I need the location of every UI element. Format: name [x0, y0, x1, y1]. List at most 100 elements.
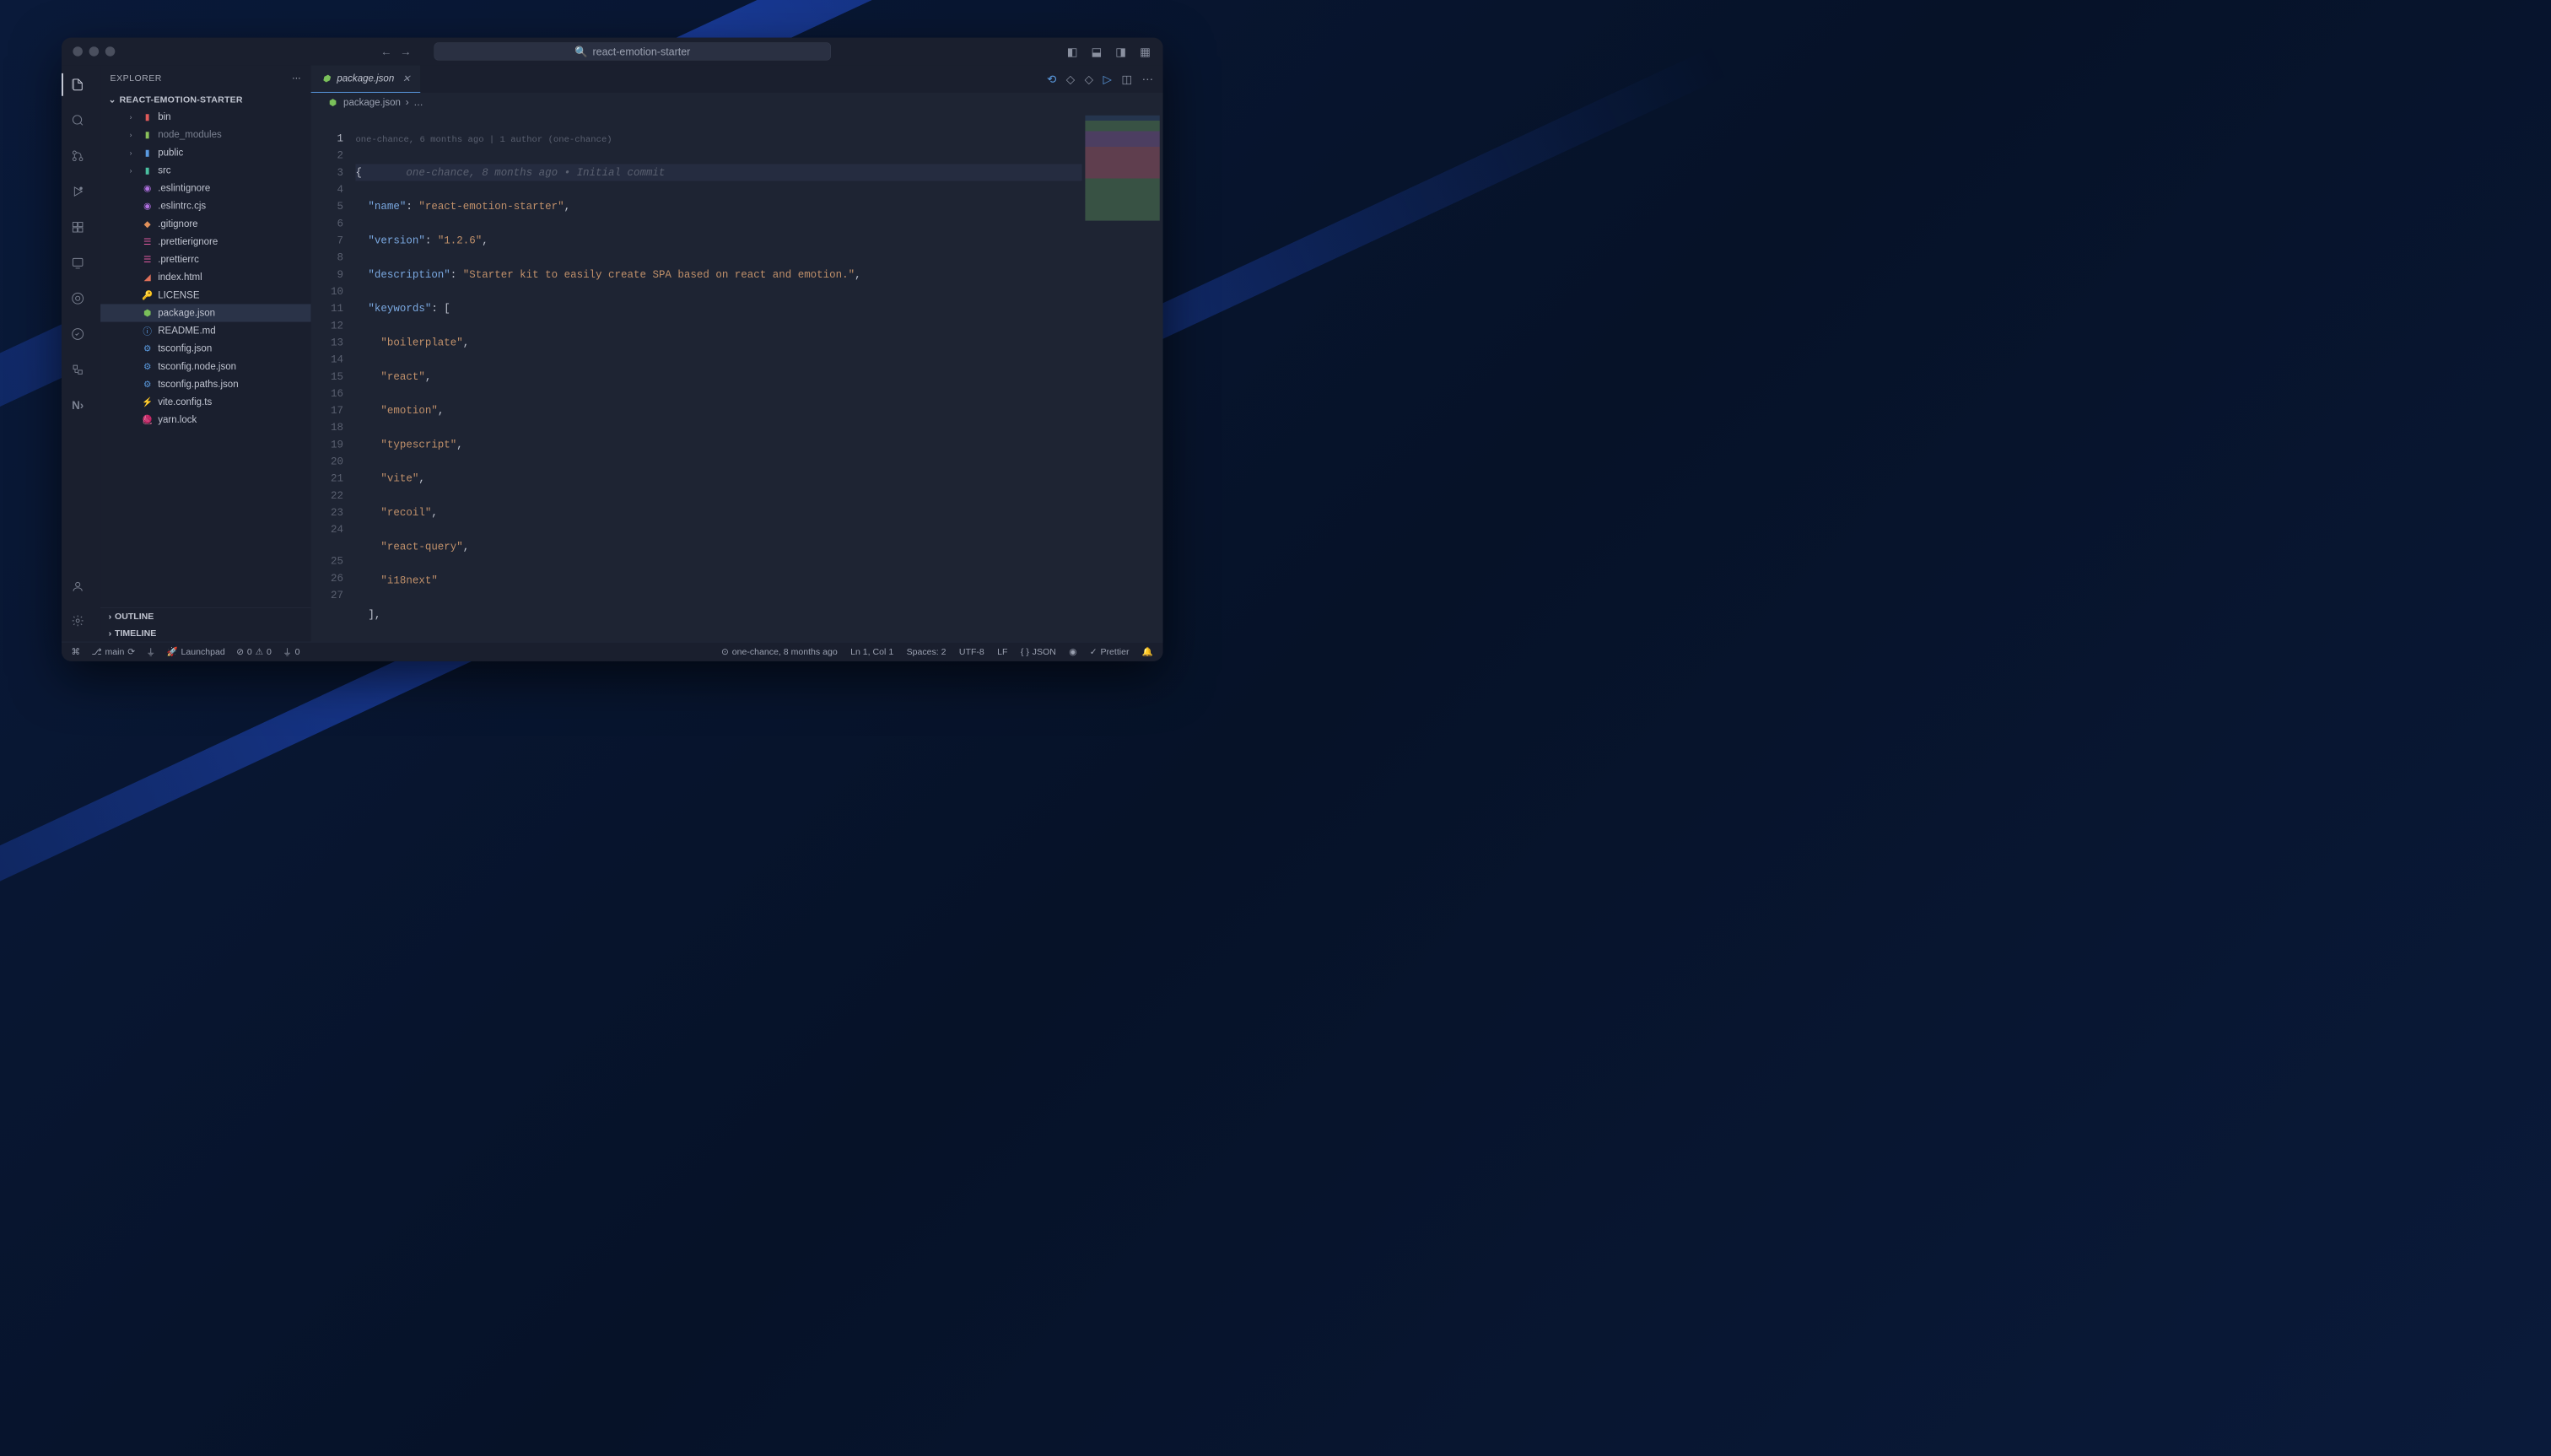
- tree-file-license[interactable]: 🔑 LICENSE: [100, 286, 311, 304]
- nav-forward-button[interactable]: →: [400, 45, 411, 57]
- activity-settings[interactable]: [62, 609, 84, 632]
- more-actions-icon[interactable]: ⋯: [1142, 73, 1153, 86]
- split-editor-icon[interactable]: ◫: [1121, 73, 1132, 86]
- status-launchpad[interactable]: 🚀 Launchpad: [167, 646, 225, 656]
- check-icon: ✓: [1090, 646, 1098, 656]
- code-editor[interactable]: one-chance, 6 months ago | 1 author (one…: [355, 112, 1081, 642]
- timeline-section[interactable]: › TIMELINE: [100, 625, 311, 642]
- activity-item-extra-1[interactable]: [62, 359, 84, 381]
- chevron-right-icon: ›: [130, 166, 138, 175]
- editor-tabs: ⬢ package.json ✕ ⟲ ◇ ◇ ▷ ◫ ⋯: [311, 65, 1163, 93]
- warning-icon: ⚠: [256, 646, 263, 656]
- minimap-content: [1085, 116, 1159, 221]
- chevron-right-icon: ›: [130, 148, 138, 157]
- layout-sidebar-right-icon[interactable]: ◨: [1114, 45, 1127, 57]
- activity-remote[interactable]: [62, 251, 84, 274]
- chevron-right-icon: ›: [109, 628, 112, 638]
- status-ports[interactable]: ⏚0: [283, 645, 299, 658]
- tab-packagejson[interactable]: ⬢ package.json ✕: [311, 65, 420, 93]
- activity-gitlens-inspect[interactable]: [62, 323, 84, 346]
- status-encoding[interactable]: UTF-8: [959, 646, 984, 656]
- status-prettier[interactable]: ✓ Prettier: [1090, 646, 1130, 656]
- folder-icon: ▮: [142, 164, 153, 175]
- tree-file-tsconfigpaths[interactable]: ⚙ tsconfig.paths.json: [100, 375, 311, 393]
- nav-back-button[interactable]: ←: [380, 45, 391, 57]
- tree-file-gitignore[interactable]: ◆ .gitignore: [100, 215, 311, 233]
- explorer-sidebar: EXPLORER ⋯ ⌄ REACT-EMOTION-STARTER › ▮ b…: [100, 65, 311, 642]
- tree-folder-public[interactable]: › ▮ public: [100, 143, 311, 161]
- breadcrumb[interactable]: ⬢ package.json › …: [311, 93, 1163, 112]
- eslint-icon: ◉: [142, 182, 153, 193]
- status-remote[interactable]: ⌘: [71, 646, 80, 656]
- git-branch-icon: ⎇: [91, 646, 101, 656]
- person-icon: ⊙: [721, 646, 729, 656]
- tree-file-packagejson[interactable]: ⬢ package.json: [100, 304, 311, 321]
- tree-folder-bin[interactable]: › ▮ bin: [100, 108, 311, 126]
- project-folder-header[interactable]: ⌄ REACT-EMOTION-STARTER: [100, 91, 311, 108]
- maximize-window-button[interactable]: [105, 46, 116, 57]
- sidebar-more-icon[interactable]: ⋯: [292, 73, 301, 83]
- editor-area: ⬢ package.json ✕ ⟲ ◇ ◇ ▷ ◫ ⋯ ⬢ package.j…: [311, 65, 1163, 642]
- run-icon[interactable]: ▷: [1103, 73, 1112, 86]
- titlebar: ← → 🔍 react-emotion-starter ◧ ⬓ ◨ ▦: [62, 38, 1163, 66]
- layout-panel-icon[interactable]: ⬓: [1090, 45, 1103, 57]
- close-window-button[interactable]: [73, 46, 83, 57]
- status-notifications[interactable]: 🔔: [1142, 646, 1153, 656]
- outline-section[interactable]: › OUTLINE: [100, 607, 311, 624]
- activity-accounts[interactable]: [62, 575, 84, 598]
- folder-icon: ▮: [142, 147, 153, 158]
- close-tab-button[interactable]: ✕: [402, 73, 411, 84]
- tree-file-tsconfignode[interactable]: ⚙ tsconfig.node.json: [100, 358, 311, 375]
- search-text: react-emotion-starter: [592, 46, 690, 58]
- tree-file-viteconfig[interactable]: ⚡ vite.config.ts: [100, 393, 311, 411]
- error-icon: ⊘: [236, 646, 244, 656]
- gitlens-compare-icon[interactable]: ◇: [1066, 73, 1075, 86]
- activity-nx-console[interactable]: N›: [62, 394, 84, 417]
- layout-sidebar-left-icon[interactable]: ◧: [1065, 45, 1078, 57]
- activity-extensions[interactable]: [62, 216, 84, 239]
- license-icon: 🔑: [142, 289, 153, 300]
- chevron-right-icon: ›: [109, 611, 112, 621]
- nodejs-icon: ⬢: [321, 73, 332, 84]
- tree-file-indexhtml[interactable]: ◢ index.html: [100, 268, 311, 286]
- tree-file-tsconfig[interactable]: ⚙ tsconfig.json: [100, 340, 311, 358]
- status-copilot[interactable]: ◉: [1069, 646, 1076, 656]
- git-blame-inline: one-chance, 8 months ago • Initial commi…: [406, 166, 665, 178]
- gitlens-history-icon[interactable]: ◇: [1085, 73, 1093, 86]
- status-graph[interactable]: ⏚: [147, 645, 156, 658]
- status-branch[interactable]: ⎇ main ⟳: [91, 646, 135, 656]
- codelens-authors[interactable]: one-chance, 6 months ago | 1 author (one…: [355, 132, 1081, 147]
- tree-folder-src[interactable]: › ▮ src: [100, 162, 311, 180]
- info-icon: ⓘ: [142, 325, 153, 336]
- yarn-icon: 🧶: [142, 414, 153, 425]
- activity-run-debug[interactable]: [62, 181, 84, 203]
- tree-file-prettierrc[interactable]: ☰ .prettierrc: [100, 251, 311, 268]
- command-center-search[interactable]: 🔍 react-emotion-starter: [434, 42, 831, 60]
- tree-file-eslintrc[interactable]: ◉ .eslintrc.cjs: [100, 197, 311, 215]
- minimize-window-button[interactable]: [89, 46, 100, 57]
- activity-source-control[interactable]: [62, 144, 84, 167]
- status-language[interactable]: { } JSON: [1021, 646, 1056, 656]
- tree-folder-node-modules[interactable]: › ▮ node_modules: [100, 126, 311, 143]
- status-eol[interactable]: LF: [997, 646, 1007, 656]
- tree-file-yarnlock[interactable]: 🧶 yarn.lock: [100, 411, 311, 429]
- radio-icon: ⏚: [283, 645, 292, 658]
- tree-file-eslintignore[interactable]: ◉ .eslintignore: [100, 180, 311, 197]
- activity-gitlens[interactable]: [62, 287, 84, 310]
- status-problems[interactable]: ⊘0 ⚠0: [236, 646, 272, 656]
- status-indentation[interactable]: Spaces: 2: [907, 646, 947, 656]
- rocket-icon: 🚀: [167, 646, 178, 656]
- gitlens-toggle-icon[interactable]: ⟲: [1047, 73, 1056, 86]
- minimap[interactable]: [1082, 112, 1163, 642]
- activity-search[interactable]: [62, 109, 84, 132]
- layout-customize-icon[interactable]: ▦: [1139, 45, 1151, 57]
- sync-icon: ⟳: [127, 646, 135, 656]
- status-cursor-position[interactable]: Ln 1, Col 1: [850, 646, 893, 656]
- status-blame[interactable]: ⊙ one-chance, 8 months ago: [721, 646, 838, 656]
- tree-file-readme[interactable]: ⓘ README.md: [100, 322, 311, 340]
- tree-file-prettierignore[interactable]: ☰ .prettierignore: [100, 233, 311, 251]
- nodejs-icon: ⬢: [327, 97, 338, 108]
- activity-explorer[interactable]: [62, 73, 84, 96]
- git-icon: ◆: [142, 218, 153, 229]
- tsconfig-icon: ⚙: [142, 343, 153, 354]
